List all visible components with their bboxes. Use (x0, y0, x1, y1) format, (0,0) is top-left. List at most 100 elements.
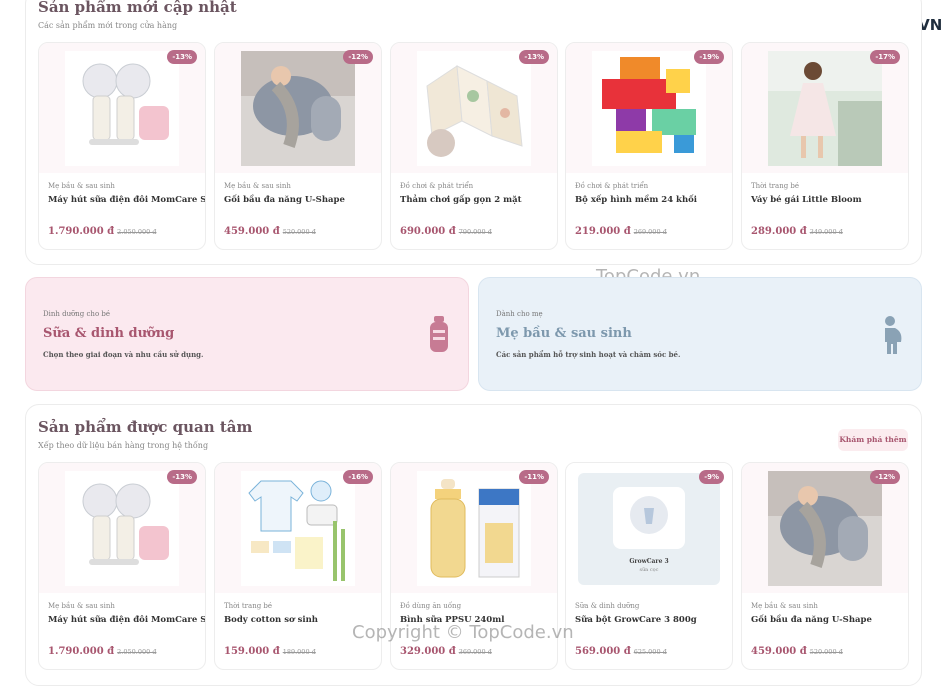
popular-products-title: Sản phẩm được quan tâm (38, 418, 253, 436)
milk-glass-icon (630, 496, 668, 534)
product-category: Mẹ bầu & sau sinh (48, 602, 115, 610)
product-old-price: 520.000 đ (809, 648, 843, 656)
product-old-price: 2.050.000 đ (117, 228, 157, 236)
placeholder-label: GrowCare 3 (629, 558, 669, 565)
product-price-row: 690.000 đ 790.000 đ (400, 226, 492, 237)
product-image[interactable]: -13% (39, 43, 205, 173)
watermark-copyright: Copyright © TopCode.vn (352, 622, 574, 643)
discount-badge: -11% (519, 470, 549, 484)
explore-more-button[interactable]: Khám phá thêm (838, 429, 908, 451)
product-price: 690.000 đ (400, 226, 456, 237)
product-image[interactable]: -13% (39, 463, 205, 593)
promo-title: Mẹ bầu & sau sinh (496, 326, 632, 341)
product-category: Mẹ bầu & sau sinh (48, 182, 115, 190)
girl-dress-image (768, 51, 882, 166)
product-old-price: 790.000 đ (458, 228, 492, 236)
product-price-row: 459.000 đ 520.000 đ (751, 646, 843, 657)
product-price-row: 1.790.000 đ 2.050.000 đ (48, 646, 156, 657)
product-image[interactable]: -16% (215, 463, 381, 593)
product-price: 569.000 đ (575, 646, 631, 657)
product-name[interactable]: Máy hút sữa điện đôi MomCare S2 (48, 195, 205, 205)
product-name[interactable]: Bộ xếp hình mềm 24 khối (575, 195, 697, 205)
product-card[interactable]: GrowCare 3 sữa cọc -9% Sữa & dinh dưỡng … (565, 462, 733, 670)
product-image[interactable]: -13% (391, 43, 557, 173)
product-card[interactable]: -13% Mẹ bầu & sau sinh Máy hút sữa điện … (38, 462, 206, 670)
product-old-price: 520.000 đ (282, 228, 316, 236)
product-image[interactable]: -12% (215, 43, 381, 173)
promo-desc: Các sản phẩm hỗ trợ sinh hoạt và chăm só… (496, 350, 681, 359)
product-price-row: 289.000 đ 349.000 đ (751, 226, 843, 237)
product-name[interactable]: Váy bé gái Little Bloom (751, 195, 862, 205)
product-price: 1.790.000 đ (48, 646, 115, 657)
product-card[interactable]: -12% Mẹ bầu & sau sinh Gối bầu đa năng U… (741, 462, 909, 670)
product-category: Mẹ bầu & sau sinh (224, 182, 291, 190)
product-image[interactable]: -11% (391, 463, 557, 593)
product-image[interactable]: -12% (742, 463, 908, 593)
discount-badge: -13% (167, 50, 197, 64)
product-price: 219.000 đ (575, 226, 631, 237)
product-old-price: 625.000 đ (633, 648, 667, 656)
discount-badge: -12% (870, 470, 900, 484)
baby-bottle-image (417, 471, 531, 586)
product-category: Đồ chơi & phát triển (400, 182, 474, 190)
product-name[interactable]: Máy hút sữa điện đôi MomCare S2 (48, 615, 205, 625)
product-price-row: 1.790.000 đ 2.050.000 đ (48, 226, 156, 237)
soft-blocks-image (592, 51, 706, 166)
product-price: 1.790.000 đ (48, 226, 115, 237)
discount-badge: -13% (519, 50, 549, 64)
product-old-price: 189.000 đ (282, 648, 316, 656)
pregnancy-pillow-image (768, 471, 882, 586)
product-price: 289.000 đ (751, 226, 807, 237)
discount-badge: -17% (870, 50, 900, 64)
promo-banner-nutrition[interactable]: Dinh dưỡng cho bé Sữa & dinh dưỡng Chọn … (25, 277, 469, 391)
discount-badge: -12% (343, 50, 373, 64)
product-category: Thời trang bé (224, 602, 273, 610)
product-name[interactable]: Gối bầu đa năng U-Shape (224, 195, 345, 205)
product-price-row: 459.000 đ 520.000 đ (224, 226, 316, 237)
promo-desc: Chọn theo giai đoạn và nhu cầu sử dụng. (43, 350, 204, 359)
milk-bottle-icon (430, 316, 448, 352)
product-card[interactable]: -13% Mẹ bầu & sau sinh Máy hút sữa điện … (38, 42, 206, 250)
discount-badge: -13% (167, 470, 197, 484)
product-old-price: 269.000 đ (633, 228, 667, 236)
product-name[interactable]: Sữa bột GrowCare 3 800g (575, 615, 697, 625)
product-category: Đồ chơi & phát triển (575, 182, 649, 190)
promo-eyebrow: Dành cho mẹ (496, 310, 543, 318)
product-price-row: 329.000 đ 369.000 đ (400, 646, 492, 657)
product-name[interactable]: Body cotton sơ sinh (224, 615, 318, 625)
product-price: 459.000 đ (751, 646, 807, 657)
product-card[interactable]: -17% Thời trang bé Váy bé gái Little Blo… (741, 42, 909, 250)
product-card[interactable]: -13% Đồ chơi & phát triển Thảm chơi gấp … (390, 42, 558, 250)
new-products-title: Sản phẩm mới cập nhật (38, 0, 237, 16)
product-price: 159.000 đ (224, 646, 280, 657)
product-old-price: 369.000 đ (458, 648, 492, 656)
promo-title: Sữa & dinh dưỡng (43, 326, 175, 341)
promo-eyebrow: Dinh dưỡng cho bé (43, 310, 111, 318)
product-card[interactable]: -12% Mẹ bầu & sau sinh Gối bầu đa năng U… (214, 42, 382, 250)
product-price: 329.000 đ (400, 646, 456, 657)
promo-banner-mom[interactable]: Dành cho mẹ Mẹ bầu & sau sinh Các sản ph… (478, 277, 922, 391)
product-category: Mẹ bầu & sau sinh (751, 602, 818, 610)
product-old-price: 349.000 đ (809, 228, 843, 236)
pregnant-woman-icon (885, 316, 902, 354)
new-products-subtitle: Các sản phẩm mới trong cửa hàng (38, 21, 178, 30)
popular-products-subtitle: Xếp theo dữ liệu bán hàng trong hệ thống (38, 441, 209, 450)
placeholder-sublabel: sữa cọc (639, 567, 659, 573)
breast-pump-image (65, 51, 179, 166)
product-image[interactable]: -19% (566, 43, 732, 173)
product-price-row: 219.000 đ 269.000 đ (575, 226, 667, 237)
product-price-row: 159.000 đ 189.000 đ (224, 646, 316, 657)
product-price: 459.000 đ (224, 226, 280, 237)
product-old-price: 2.050.000 đ (117, 648, 157, 656)
product-name[interactable]: Gối bầu đa năng U-Shape (751, 615, 872, 625)
discount-badge: -9% (699, 470, 724, 484)
product-card[interactable]: -19% Đồ chơi & phát triển Bộ xếp hình mề… (565, 42, 733, 250)
product-image[interactable]: GrowCare 3 sữa cọc -9% (566, 463, 732, 593)
product-image[interactable]: -17% (742, 43, 908, 173)
breast-pump-image (65, 471, 179, 586)
pregnancy-pillow-image (241, 51, 355, 166)
discount-badge: -19% (694, 50, 724, 64)
product-name[interactable]: Thảm chơi gấp gọn 2 mặt (400, 195, 522, 205)
product-price-row: 569.000 đ 625.000 đ (575, 646, 667, 657)
play-mat-image (417, 51, 531, 166)
